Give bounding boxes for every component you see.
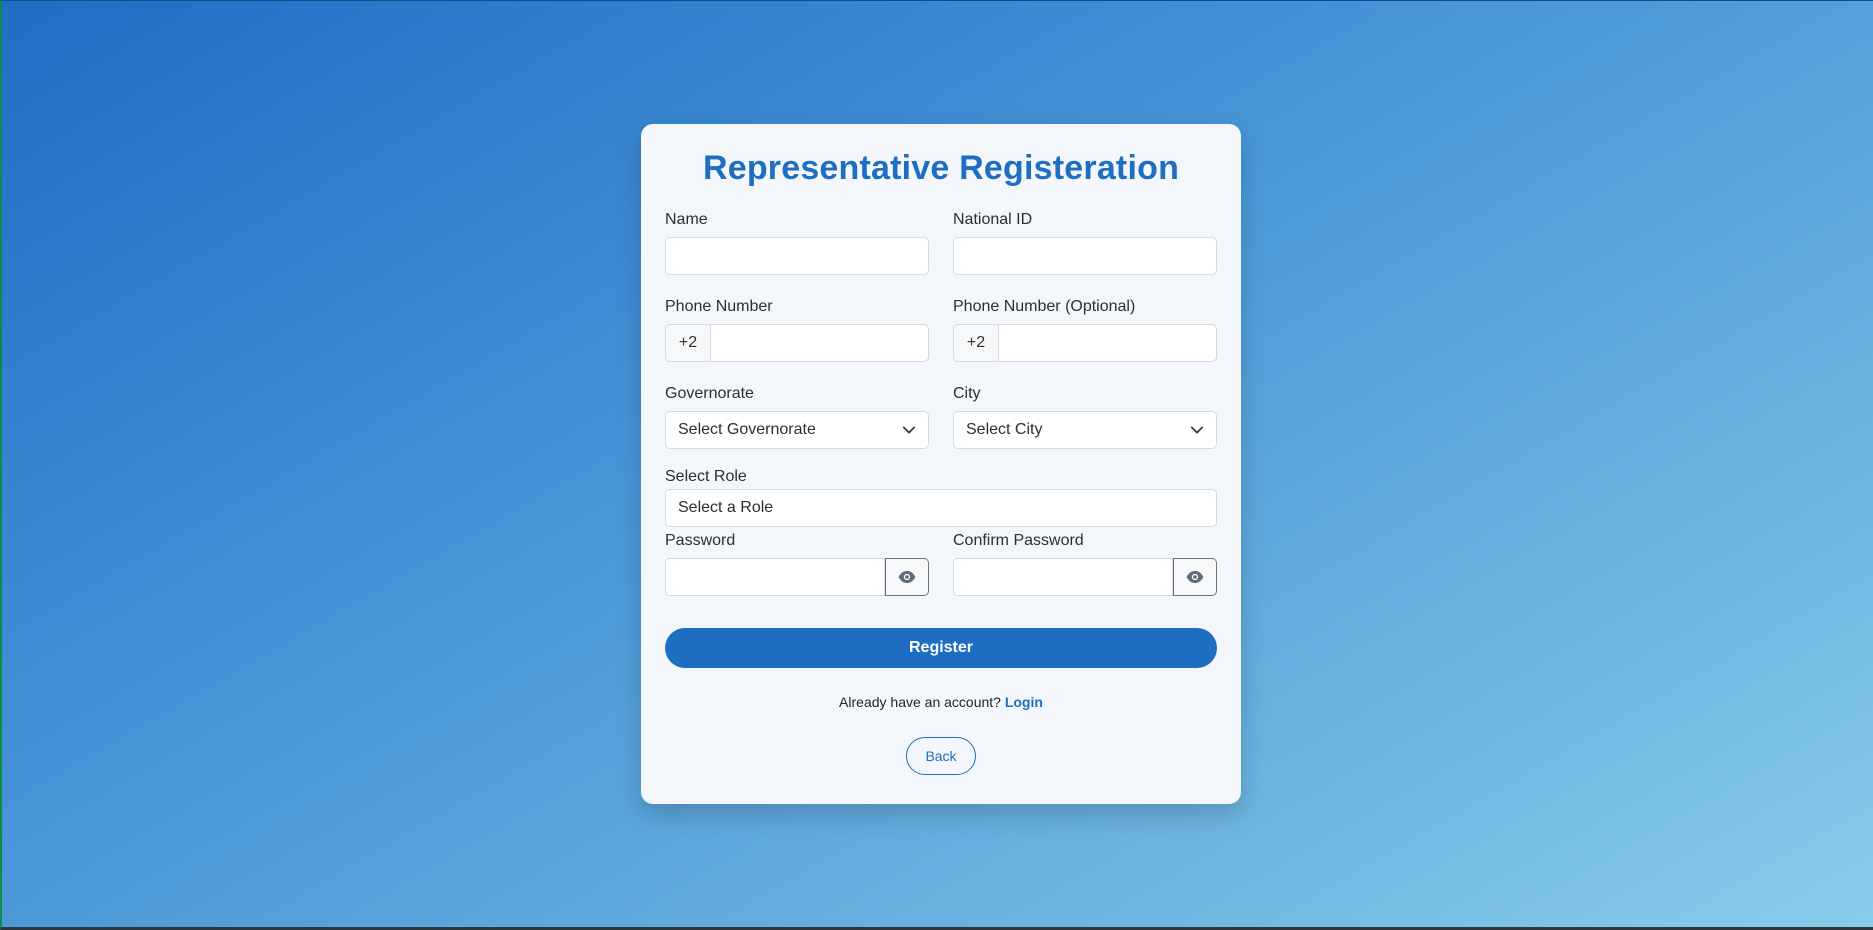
confirm-password-input[interactable] [953, 558, 1173, 596]
national-id-label: National ID [953, 211, 1033, 228]
row-passwords: Password Confirm Password [665, 531, 1217, 596]
phone-prefix: +2 [665, 324, 710, 362]
national-id-input[interactable] [953, 237, 1217, 275]
register-button[interactable]: Register [665, 628, 1217, 668]
phone-optional-prefix: +2 [953, 324, 998, 362]
governorate-label: Governorate [665, 385, 754, 402]
phone-optional-label: Phone Number (Optional) [953, 298, 1136, 315]
password-input[interactable] [665, 558, 885, 596]
login-link[interactable]: Login [1005, 694, 1043, 710]
city-label: City [953, 385, 981, 402]
registration-card: Representative Registeration Name Nation… [641, 124, 1241, 804]
confirm-password-group: Confirm Password [953, 531, 1217, 596]
password-group: Password [665, 531, 929, 596]
phone-optional-input-group: +2 [953, 324, 1217, 362]
row-phones: Phone Number +2 Phone Number (Optional) … [665, 297, 1217, 362]
confirm-password-label: Confirm Password [953, 532, 1084, 549]
password-label: Password [665, 532, 736, 549]
role-label: Select Role [665, 468, 747, 485]
role-selected-value: Select a Role [678, 499, 774, 516]
governorate-selected-value: Select Governorate [678, 421, 816, 438]
login-prompt-line: Already have an account? Login [665, 694, 1217, 711]
row-location: Governorate Select Governorate City Sele… [665, 384, 1217, 449]
toggle-confirm-password-button[interactable] [1173, 558, 1217, 596]
password-input-group [665, 558, 929, 596]
name-label: Name [665, 211, 708, 228]
back-wrap: Back [665, 737, 1217, 775]
chevron-down-icon [902, 426, 916, 434]
phone-input-group: +2 [665, 324, 929, 362]
toggle-password-button[interactable] [885, 558, 929, 596]
city-select[interactable]: Select City [953, 411, 1217, 449]
national-id-group: National ID [953, 210, 1217, 275]
governorate-group: Governorate Select Governorate [665, 384, 929, 449]
city-selected-value: Select City [966, 421, 1043, 438]
eye-icon [898, 571, 916, 583]
phone-optional-group: Phone Number (Optional) +2 [953, 297, 1217, 362]
governorate-select[interactable]: Select Governorate [665, 411, 929, 449]
phone-label: Phone Number [665, 298, 773, 315]
role-group: Select Role Select a Role [665, 467, 1217, 527]
name-input[interactable] [665, 237, 929, 275]
phone-input[interactable] [710, 324, 929, 362]
city-group: City Select City [953, 384, 1217, 449]
chevron-down-icon [1190, 426, 1204, 434]
phone-optional-input[interactable] [998, 324, 1217, 362]
eye-icon [1186, 571, 1204, 583]
role-select[interactable]: Select a Role [665, 489, 1217, 527]
phone-group: Phone Number +2 [665, 297, 929, 362]
name-group: Name [665, 210, 929, 275]
row-name-id: Name National ID [665, 210, 1217, 275]
confirm-password-input-group [953, 558, 1217, 596]
page-title: Representative Registeration [702, 149, 1180, 187]
login-prompt-text: Already have an account? [839, 694, 1001, 710]
back-button[interactable]: Back [906, 737, 976, 775]
